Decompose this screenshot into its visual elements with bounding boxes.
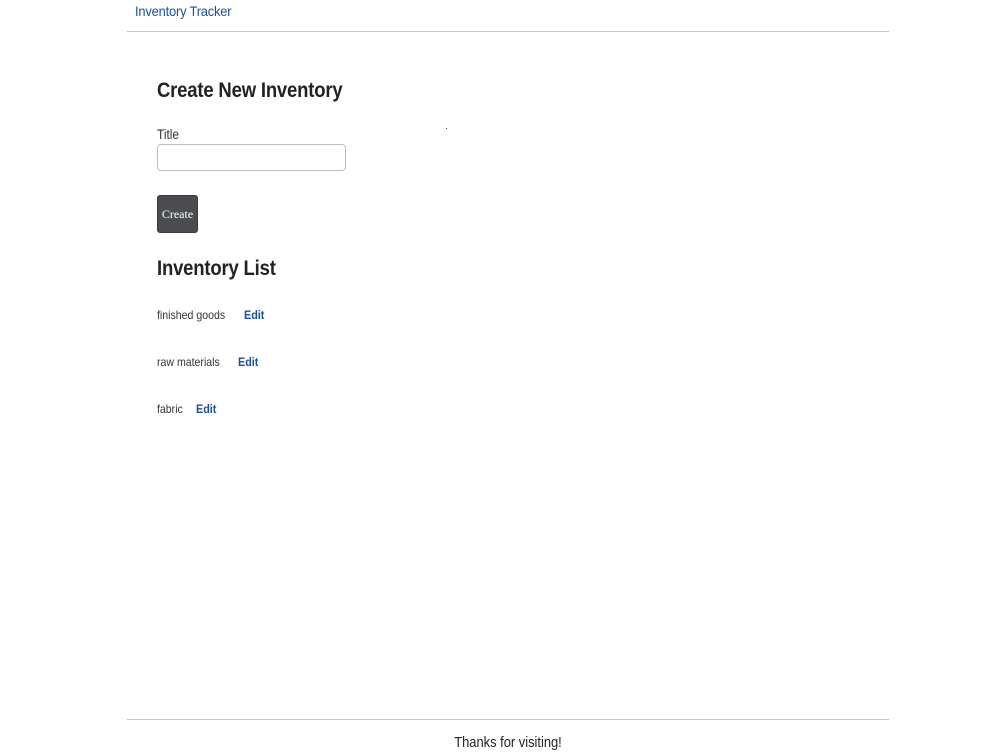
list-item: raw materials Edit: [157, 354, 266, 401]
inventory-title: finished goods: [157, 308, 226, 322]
list-item: fabric Edit: [157, 401, 266, 448]
list-item: finished goods Edit: [157, 307, 266, 354]
page: Inventory Tracker Create New Inventory T…: [0, 0, 1000, 755]
create-button[interactable]: Create: [157, 195, 198, 233]
title-input[interactable]: [157, 144, 346, 171]
brand-link[interactable]: Inventory Tracker: [135, 3, 232, 19]
inventory-title: fabric: [157, 402, 183, 416]
footer-text: Thanks for visiting!: [454, 734, 562, 751]
footer: Thanks for visiting!: [127, 719, 889, 755]
navbar: Inventory Tracker: [127, 0, 889, 32]
stray-dot: [446, 128, 447, 129]
inventory-list: finished goods Edit raw materials Edit f…: [157, 307, 266, 448]
inventory-title: raw materials: [157, 355, 220, 369]
edit-link[interactable]: Edit: [196, 401, 216, 417]
edit-link[interactable]: Edit: [238, 354, 258, 370]
title-label: Title: [157, 126, 180, 142]
inventory-list-heading: Inventory List: [157, 257, 276, 280]
edit-link[interactable]: Edit: [244, 307, 264, 323]
create-inventory-heading: Create New Inventory: [157, 79, 343, 102]
